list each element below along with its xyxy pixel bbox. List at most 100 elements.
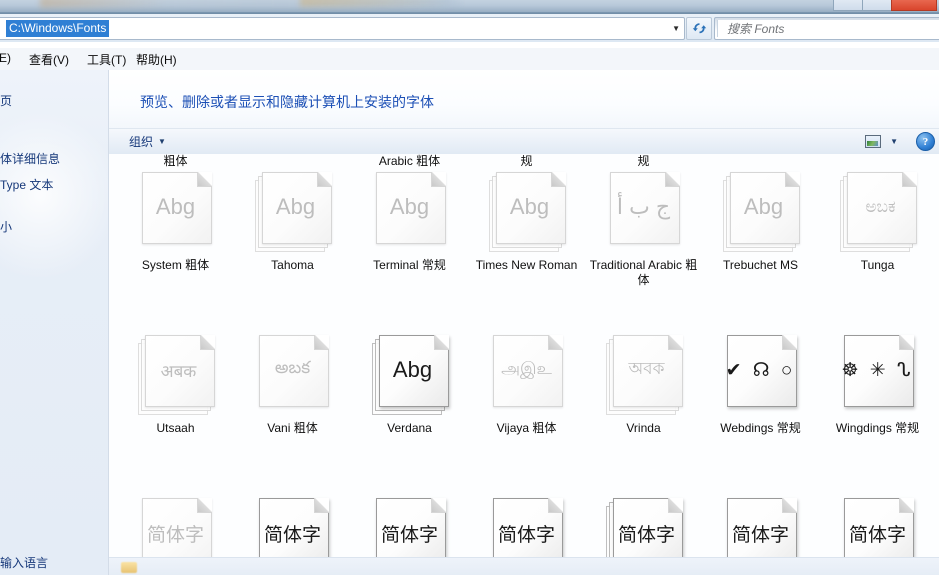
- font-file-icon[interactable]: 简体字: [606, 498, 682, 558]
- font-item[interactable]: Abg Terminal 常规: [351, 172, 468, 273]
- font-item[interactable]: Abg System 粗体: [117, 172, 234, 273]
- font-item-label: Terminal 常规: [351, 258, 468, 273]
- maximize-button[interactable]: [862, 0, 892, 11]
- font-item[interactable]: ☸ ✳ ᔐWingdings 常规: [819, 335, 936, 436]
- font-file-icon[interactable]: Abg: [723, 172, 799, 252]
- font-file-icon[interactable]: ಅಬಕ: [840, 172, 916, 252]
- font-item[interactable]: 简体字宋体 常规: [468, 498, 585, 558]
- menu-item-help[interactable]: 帮助(H): [131, 50, 182, 69]
- font-file-icon[interactable]: Abg: [138, 172, 214, 252]
- font-preview-glyph: அஇஉ: [493, 335, 561, 405]
- nav-item-control-panel-home[interactable]: 页: [0, 92, 12, 109]
- font-preview-glyph: ج ب أ: [610, 172, 678, 242]
- font-file-icon[interactable]: 简体字: [489, 498, 565, 558]
- font-item-label: Traditional Arabic 粗体: [585, 258, 702, 288]
- status-bar: [109, 558, 939, 575]
- font-preview-glyph: Abg: [730, 172, 798, 242]
- font-file-icon[interactable]: Abg: [255, 172, 331, 252]
- font-label-partial-text: 规: [468, 154, 585, 169]
- font-item[interactable]: 简体字新宋体 常规: [702, 498, 819, 558]
- refresh-button[interactable]: [686, 17, 712, 40]
- nav-item-input-language[interactable]: 输入语言: [0, 554, 48, 571]
- font-preview-glyph: ಅಬಕ: [847, 172, 915, 242]
- font-item-label: System 粗体: [117, 258, 234, 273]
- font-item[interactable]: AbgTahoma: [234, 172, 351, 273]
- font-file-icon[interactable]: ج ب أ: [606, 172, 682, 252]
- menu-bar: E) 查看(V) 工具(T) 帮助(H): [0, 48, 939, 70]
- menu-item-edit[interactable]: E): [0, 50, 16, 66]
- chevron-down-icon[interactable]: ▼: [672, 18, 680, 39]
- font-label-partial: 规: [585, 154, 702, 169]
- font-item[interactable]: अबक Utsaah: [117, 335, 234, 436]
- status-bar-icon: [121, 562, 137, 573]
- font-item[interactable]: Abg Verdana: [351, 335, 468, 436]
- font-preview-glyph: Abg: [376, 172, 444, 242]
- font-file-icon[interactable]: 简体字: [840, 498, 916, 558]
- font-preview-glyph: অবক: [613, 335, 681, 405]
- nav-item-font-details[interactable]: 体详细信息: [0, 150, 60, 167]
- font-item[interactable]: AbgTimes New Roman: [468, 172, 585, 273]
- font-label-partial-text: Arabic 粗体: [351, 154, 468, 169]
- font-file-icon[interactable]: अबक: [138, 335, 214, 415]
- organize-button[interactable]: 组织 ▼: [123, 132, 172, 151]
- menu-item-view[interactable]: 查看(V): [24, 50, 74, 69]
- help-button[interactable]: ?: [916, 132, 935, 151]
- font-file-icon[interactable]: অবক: [606, 335, 682, 415]
- command-bar: 组织 ▼ ▼ ?: [109, 128, 939, 155]
- font-item-label: Vani 粗体: [234, 421, 351, 436]
- font-file-icon[interactable]: 简体字: [255, 498, 331, 558]
- font-item[interactable]: ✔ ☊ ○Webdings 常规: [702, 335, 819, 436]
- font-item-label: Vrinda: [585, 421, 702, 436]
- menu-item-tools[interactable]: 工具(T): [82, 50, 131, 69]
- font-preview-glyph: 简体字: [142, 498, 210, 558]
- minimize-button[interactable]: [833, 0, 863, 11]
- font-item[interactable]: 简体字微软雅黑: [585, 498, 702, 558]
- font-file-icon[interactable]: Abg: [372, 335, 448, 415]
- font-file-icon[interactable]: ☸ ✳ ᔐ: [840, 335, 916, 415]
- font-label-partial-text: 粗体: [117, 154, 234, 169]
- font-file-icon[interactable]: ✔ ☊ ○: [723, 335, 799, 415]
- font-item[interactable]: அஇஉ Vijaya 粗体: [468, 335, 585, 436]
- search-box[interactable]: 搜索 Fonts: [714, 17, 939, 40]
- font-item-label: Utsaah: [117, 421, 234, 436]
- window-controls[interactable]: [834, 0, 937, 10]
- font-item[interactable]: 简体字黑体 常规: [234, 498, 351, 558]
- font-item[interactable]: 简体字仿宋 常规: [117, 498, 234, 558]
- font-file-icon[interactable]: அஇஉ: [489, 335, 565, 415]
- nav-item-cleartype-text[interactable]: Type 文本: [0, 176, 53, 193]
- font-file-icon[interactable]: 简体字: [372, 498, 448, 558]
- font-item[interactable]: অবক Vrinda: [585, 335, 702, 436]
- font-label-partial: 规: [468, 154, 585, 169]
- font-item-label: Trebuchet MS: [702, 258, 819, 273]
- font-file-icon[interactable]: 简体字: [723, 498, 799, 558]
- change-view-button[interactable]: [863, 133, 883, 150]
- close-button[interactable]: [891, 0, 937, 11]
- font-file-icon[interactable]: 简体字: [138, 498, 214, 558]
- font-file-icon[interactable]: అబక: [255, 335, 331, 415]
- chevron-down-icon[interactable]: ▼: [890, 137, 898, 146]
- font-preview-glyph: Abg: [142, 172, 210, 242]
- font-item-label: Verdana: [351, 421, 468, 436]
- title-bar-blur-artifact-2: [300, 0, 450, 7]
- font-item[interactable]: 简体字叶根友毛笔行书 2.0版 常规: [819, 498, 936, 558]
- font-item[interactable]: 简体字楷体 常规: [351, 498, 468, 558]
- font-preview-glyph: 简体字: [259, 498, 327, 558]
- content-header: 预览、删除或者显示和隐藏计算机上安装的字体: [109, 70, 939, 128]
- nav-item-change-font-size[interactable]: 小: [0, 218, 12, 235]
- font-file-icon[interactable]: Abg: [372, 172, 448, 252]
- font-item[interactable]: Abg Trebuchet MS: [702, 172, 819, 273]
- font-item[interactable]: ಅಬಕTunga: [819, 172, 936, 273]
- font-grid[interactable]: 粗体Arabic 粗体规规AbgSystem 粗体AbgTahomaAbgTer…: [109, 154, 939, 558]
- address-bar[interactable]: C:\Windows\Fonts ▼: [0, 17, 685, 40]
- font-preview-glyph: Abg: [262, 172, 330, 242]
- font-preview-glyph: Abg: [496, 172, 564, 242]
- font-preview-glyph: 简体字: [613, 498, 681, 558]
- command-bar-right: ▼ ?: [863, 131, 935, 152]
- view-layout-icon: [865, 135, 881, 148]
- font-label-partial: 粗体: [117, 154, 234, 169]
- address-path-text[interactable]: C:\Windows\Fonts: [6, 20, 109, 37]
- font-item-label: Vijaya 粗体: [468, 421, 585, 436]
- font-item[interactable]: అబక Vani 粗体: [234, 335, 351, 436]
- font-item[interactable]: ج ب أ Traditional Arabic 粗体: [585, 172, 702, 288]
- font-file-icon[interactable]: Abg: [489, 172, 565, 252]
